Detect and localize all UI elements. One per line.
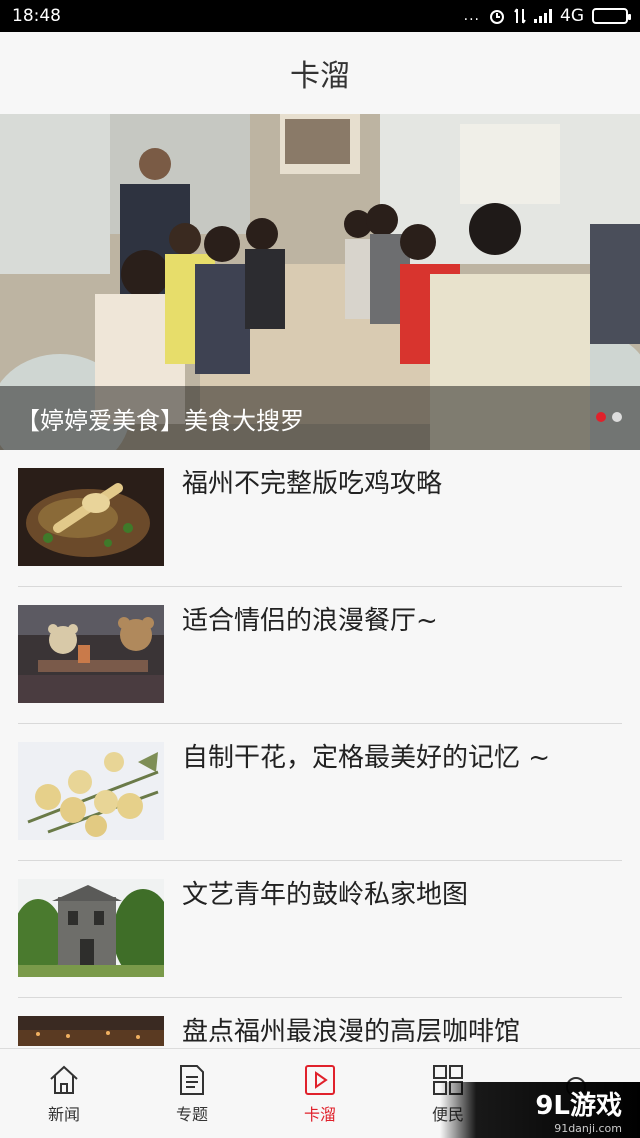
watermark-logo: 9L游戏 91danji.com — [440, 1082, 640, 1138]
tab-label: 卡溜 — [303, 1105, 336, 1124]
status-time: 18:48 — [12, 6, 61, 26]
watermark-text: 9L游戏 — [535, 1091, 622, 1121]
banner-pagination — [596, 412, 622, 422]
list-item-title: 自制干花，定格最美好的记忆 ~ — [182, 743, 551, 773]
food-dish-image — [18, 468, 164, 566]
list-item[interactable]: 福州不完整版吃鸡攻略 — [18, 450, 622, 587]
list-item[interactable]: 适合情侣的浪漫餐厅~ — [18, 587, 622, 724]
page-title: 卡溜 — [290, 59, 350, 94]
article-list: 福州不完整版吃鸡攻略 适合情侣的浪漫餐厅~ 自制干花，定格最美好的记忆 ~ 文艺… — [0, 450, 640, 1135]
list-item-title: 适合情侣的浪漫餐厅~ — [182, 606, 438, 636]
notification-dots: ... — [463, 8, 480, 24]
list-item[interactable]: 自制干花，定格最美好的记忆 ~ — [18, 724, 622, 861]
document-icon — [180, 1065, 204, 1095]
pagination-dot-active — [596, 412, 606, 422]
list-item[interactable]: 文艺青年的鼓岭私家地图 — [18, 861, 622, 998]
night-city-image — [18, 1016, 164, 1046]
dried-roses-image — [18, 742, 164, 840]
pagination-dot — [612, 412, 622, 422]
battery-icon — [592, 8, 631, 24]
tab-kaliu[interactable]: 卡溜 — [256, 1049, 384, 1138]
tab-label: 新闻 — [47, 1105, 80, 1124]
tab-label: 专题 — [175, 1105, 208, 1124]
watermark-url: 91danji.com — [554, 1122, 622, 1135]
tab-topics[interactable]: 专题 — [128, 1049, 256, 1138]
tab-news[interactable]: 新闻 — [0, 1049, 128, 1138]
restaurant-bears-image — [18, 605, 164, 703]
alarm-icon — [490, 10, 504, 24]
play-icon — [305, 1065, 335, 1095]
data-transfer-icon — [514, 8, 526, 24]
status-bar: 18:48 ... 4G — [0, 0, 640, 32]
list-item-title: 盘点福州最浪漫的高层咖啡馆 — [182, 1017, 521, 1047]
title-bar: 卡溜 — [0, 32, 640, 114]
stone-house-image — [18, 879, 164, 977]
status-icons: ... 4G — [463, 6, 631, 26]
signal-icon — [534, 9, 552, 23]
home-icon — [50, 1065, 78, 1094]
list-item-title: 福州不完整版吃鸡攻略 — [182, 469, 443, 499]
banner-caption-text: 【婷婷爱美食】美食大搜罗 — [16, 406, 304, 435]
banner-carousel[interactable]: 【婷婷爱美食】美食大搜罗 — [0, 114, 640, 450]
banner-caption[interactable]: 【婷婷爱美食】美食大搜罗 — [0, 386, 640, 450]
network-type: 4G — [560, 6, 584, 26]
list-item-title: 文艺青年的鼓岭私家地图 — [182, 880, 469, 910]
